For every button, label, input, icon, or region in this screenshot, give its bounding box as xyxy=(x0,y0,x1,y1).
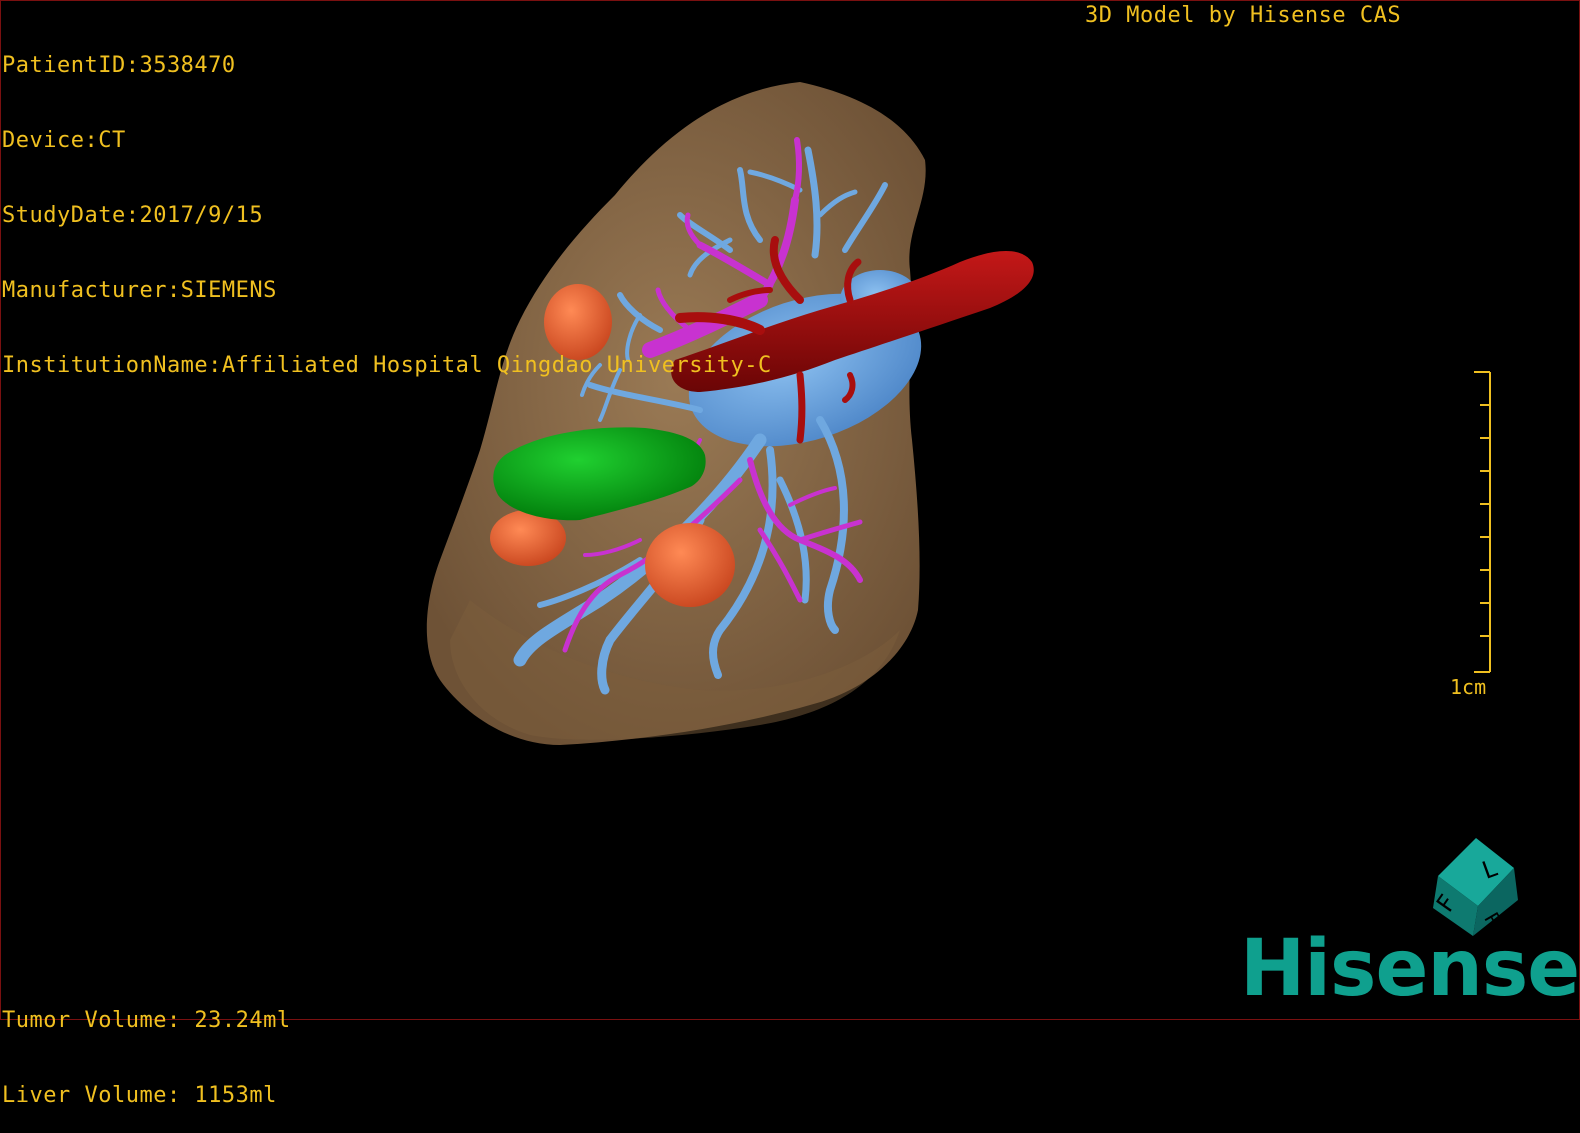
scale-bar xyxy=(1474,371,1491,673)
patient-id: PatientID:3538470 xyxy=(2,53,236,78)
model-watermark: 3D Model by Hisense CAS xyxy=(1085,3,1402,28)
hisense-logo: Hisense xyxy=(1240,924,1580,1014)
study-date: StudyDate:2017/9/15 xyxy=(2,203,264,228)
device: Device:CT xyxy=(2,128,126,153)
tumor-volume: Tumor Volume: 23.24ml xyxy=(2,1008,291,1033)
scale-label: 1cm xyxy=(1450,675,1487,699)
liver-volume: Liver Volume: 1153ml xyxy=(2,1083,277,1108)
institution-name: InstitutionName:Affiliated Hospital Qing… xyxy=(2,353,772,378)
manufacturer: Manufacturer:SIEMENS xyxy=(2,278,277,303)
volume-readout: Tumor Volume: 23.24ml Liver Volume: 1153… xyxy=(2,958,291,1133)
orientation-cube[interactable]: F L R xyxy=(1418,828,1528,938)
patient-metadata: PatientID:3538470 Device:CT StudyDate:20… xyxy=(2,3,772,403)
lesion-lower-center xyxy=(645,523,735,607)
